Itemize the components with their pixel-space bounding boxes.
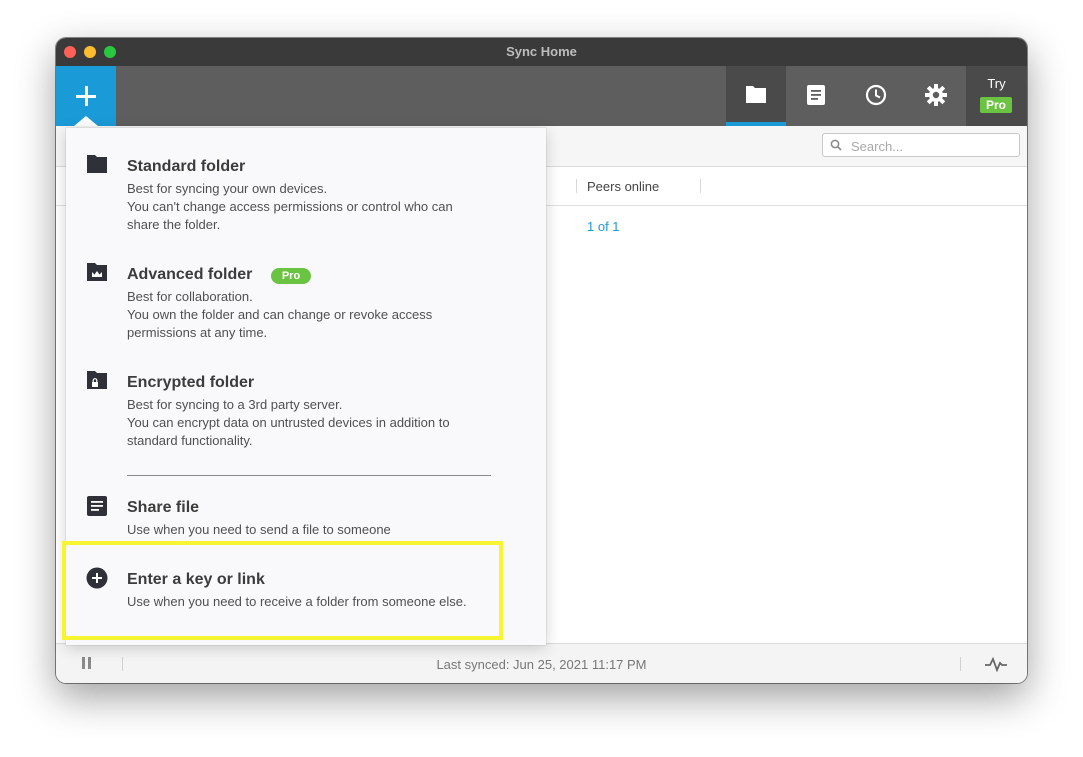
last-synced-label: Last synced: Jun 25, 2021 11:17 PM: [436, 657, 647, 672]
menu-item-description: Best for syncing to a 3rd party server. …: [127, 397, 450, 448]
footer-divider: [960, 657, 961, 671]
gear-icon: [925, 84, 947, 106]
column-divider: [576, 179, 577, 193]
clock-icon: [865, 84, 887, 106]
dropdown-caret: [74, 116, 98, 126]
folder-icon: [87, 155, 107, 173]
minimize-window-button[interactable]: [84, 46, 96, 58]
search-icon: [830, 139, 842, 151]
column-header-peers-online[interactable]: Peers online: [587, 179, 659, 194]
menu-item-description: Use when you need to send a file to some…: [127, 522, 391, 537]
menu-item-description: Best for collaboration. You own the fold…: [127, 289, 433, 340]
menu-item-title: Standard folder: [127, 158, 246, 175]
menu-item-title: Advanced folder: [127, 266, 253, 283]
menu-divider: [127, 475, 491, 476]
maximize-window-button[interactable]: [104, 46, 116, 58]
toolbar: Try Pro: [56, 66, 1027, 126]
folder-crown-icon: [87, 263, 107, 281]
document-icon: [807, 85, 825, 105]
window-title: Sync Home: [506, 44, 577, 59]
pro-badge: Pro: [271, 268, 311, 284]
close-window-button[interactable]: [64, 46, 76, 58]
tab-folders[interactable]: [726, 66, 786, 126]
tab-files[interactable]: [786, 66, 846, 126]
tab-history[interactable]: [846, 66, 906, 126]
add-button[interactable]: [56, 66, 116, 126]
menu-item-title: Encrypted folder: [127, 374, 255, 391]
status-bar: Last synced: Jun 25, 2021 11:17 PM: [56, 643, 1027, 683]
search-box[interactable]: [822, 133, 1020, 157]
tab-settings[interactable]: [906, 66, 966, 126]
menu-item-title: Share file: [127, 499, 200, 516]
document-icon: [87, 496, 107, 516]
pro-badge: Pro: [980, 97, 1012, 113]
menu-item-description: Best for syncing your own devices. You c…: [127, 181, 453, 232]
try-pro-button[interactable]: Try Pro: [966, 66, 1027, 126]
folder-lock-icon: [87, 371, 107, 389]
peers-online-value[interactable]: 1 of 1: [587, 219, 620, 234]
title-bar: Sync Home: [56, 38, 1027, 66]
activity-icon[interactable]: [984, 656, 1008, 672]
highlight-box: [62, 541, 503, 640]
try-label: Try: [987, 76, 1006, 91]
folder-icon: [746, 86, 766, 103]
column-divider: [700, 179, 701, 193]
search-input[interactable]: [849, 136, 1013, 156]
